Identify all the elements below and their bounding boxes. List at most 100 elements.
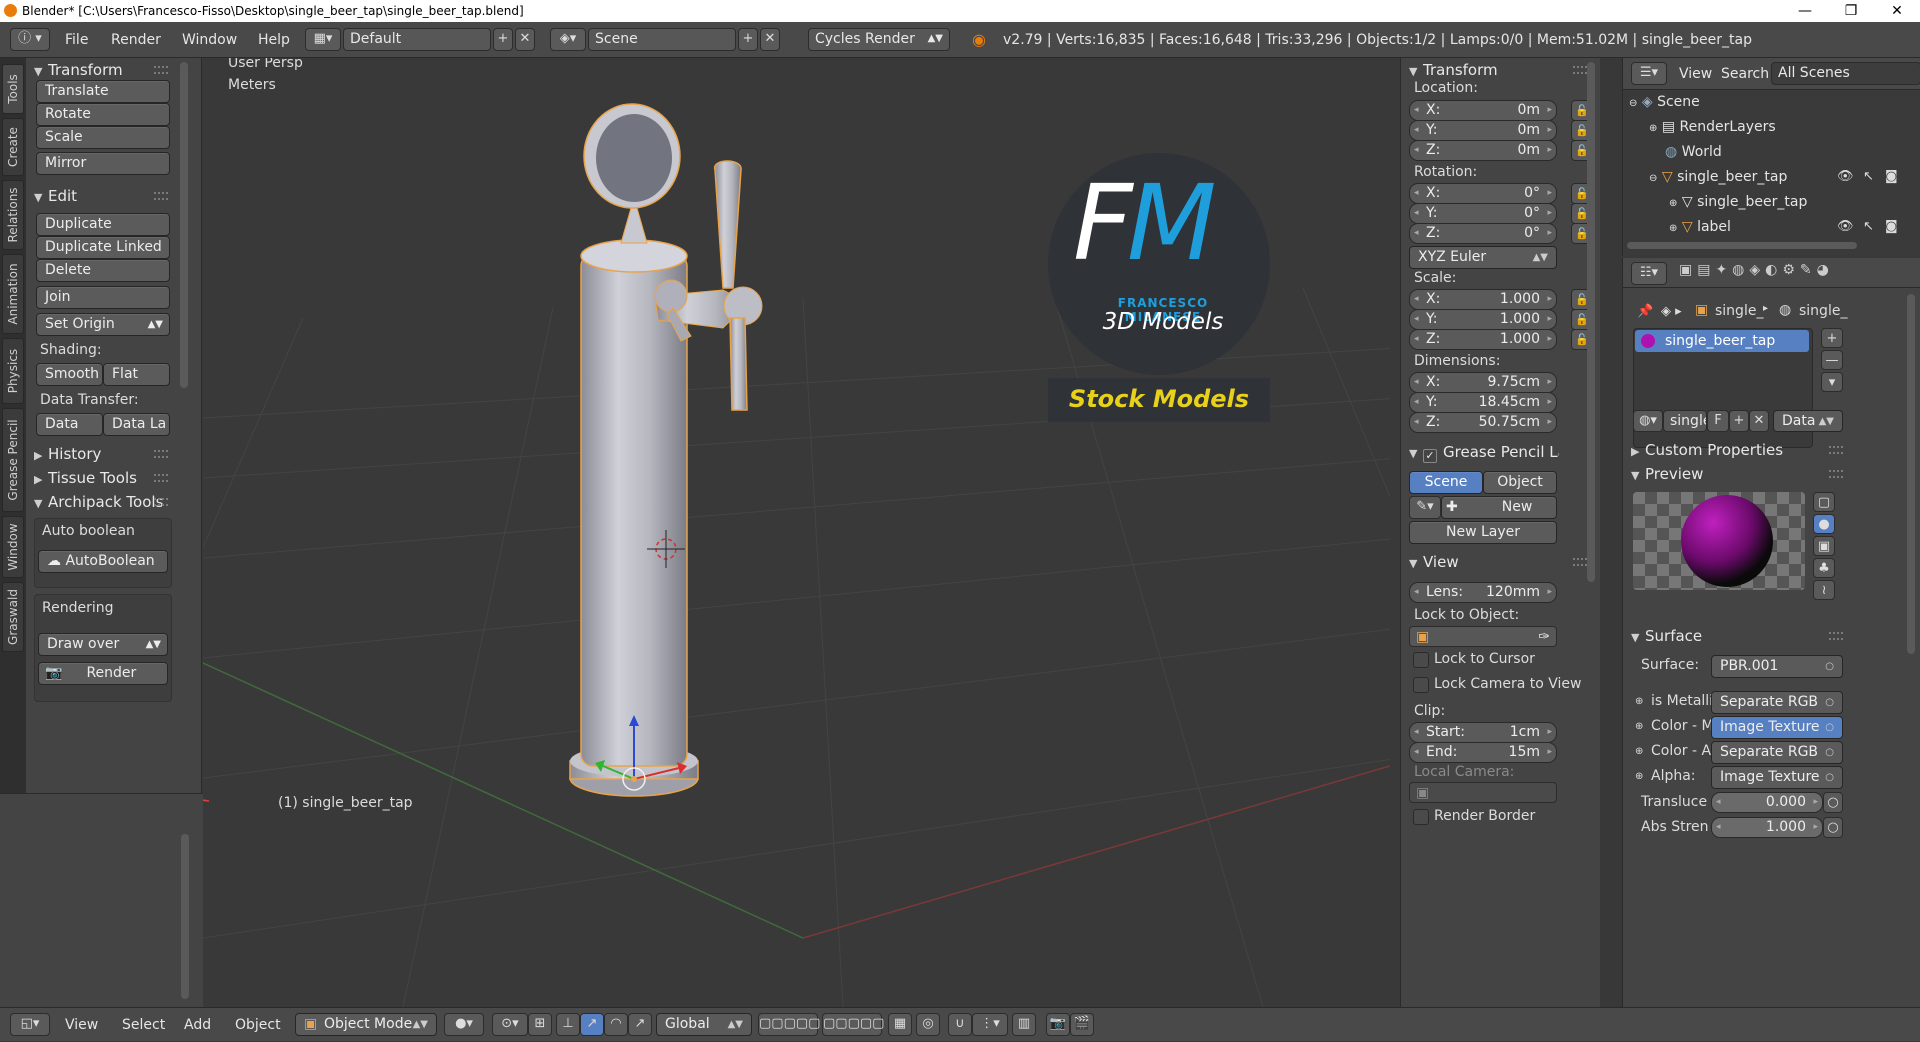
input-metallic-dropdown[interactable]: Separate RGB ○ [1711,691,1843,714]
layers-grid-2[interactable]: ▢▢▢▢▢ [822,1013,884,1036]
location-y-field[interactable]: Y:0m [1409,120,1557,141]
location-x-field[interactable]: X:0m [1409,100,1557,121]
outliner-hscrollbar[interactable] [1627,242,1857,249]
smooth-button[interactable]: Smooth [36,363,103,386]
panel-grip-icon[interactable] [1829,470,1843,478]
menu-object[interactable]: Object [235,1008,281,1042]
viewport-shading-icon[interactable]: ●▾ [444,1013,484,1036]
panel-grip-icon[interactable] [1829,632,1843,640]
snap-element-icon[interactable]: ⋮▾ [972,1013,1008,1036]
translucent-field[interactable]: 0.000 [1711,792,1823,813]
grease-pencil-layers-header[interactable]: ▼✓Grease Pencil Layer [1409,440,1559,464]
rotation-y-field[interactable]: Y:0° [1409,203,1557,224]
edit-panel-header[interactable]: ▼ Edit [34,184,77,208]
editor-type-info-icon[interactable]: ⓘ ▾ [10,28,50,51]
cursor-select-icon[interactable]: ↖ [1863,219,1874,234]
proportional-edit-icon[interactable]: ◎ [916,1013,940,1036]
remove-layout-icon[interactable]: ✕ [515,28,535,51]
grease-object-tab[interactable]: Object [1483,471,1557,494]
render-border-checkbox[interactable] [1413,809,1429,825]
outliner-search-menu[interactable]: Search [1721,58,1769,90]
outliner-row-label[interactable]: ⊕ ▽ label [1669,215,1731,239]
fake-user-toggle[interactable]: F [1707,410,1729,432]
properties-scrollbar[interactable] [1907,294,1915,654]
n-view-header[interactable]: ▼ View [1409,550,1459,574]
new-material-icon[interactable]: + [1729,410,1749,432]
remove-scene-icon[interactable]: ✕ [760,28,780,51]
editor-type-3d-icon[interactable]: ◱▾ [10,1013,50,1036]
rotate-button[interactable]: Rotate [36,103,170,126]
custom-properties-header[interactable]: ▶ Custom Properties [1631,438,1783,462]
surface-shader-dropdown[interactable]: PBR.001 ○ [1711,655,1843,678]
preview-sphere-icon[interactable]: ● [1813,514,1835,534]
cursor-select-icon[interactable]: ↖ [1863,169,1874,184]
scale-manipulator-icon[interactable]: ◠ [604,1013,628,1036]
abs-strength-field[interactable]: 1.000 [1711,817,1823,838]
grease-pencil-checkbox[interactable]: ✓ [1423,449,1437,463]
outliner-filter-dropdown[interactable]: All Scenes [1771,62,1920,85]
tab-tools[interactable]: Tools [2,64,24,114]
data-layers-button[interactable]: Data La [103,413,170,436]
panel-grip-icon[interactable] [154,192,168,200]
socket-icon[interactable]: ○ [1823,817,1843,838]
expand-input-icon[interactable]: ⊕ [1635,746,1643,757]
panel-grip-icon[interactable] [154,498,168,506]
outliner-row-object[interactable]: ⊖ ▽ single_beer_tap [1649,165,1787,189]
scale-button[interactable]: Scale [36,126,170,149]
lens-field[interactable]: Lens:120mm [1409,582,1557,603]
auto-boolean-button[interactable]: ☁ AutoBoolean [38,550,168,573]
panel-grip-icon[interactable] [1573,66,1587,74]
menu-view[interactable]: View [65,1008,98,1042]
properties-editor-icon[interactable]: ☷▾ [1631,262,1667,285]
translate-button[interactable]: Translate [36,80,170,103]
eye-icon[interactable]: 👁 [1837,169,1854,184]
menu-select[interactable]: Select [122,1008,165,1042]
new-grease-pencil-button[interactable]: ✚ New [1441,496,1557,519]
scene-field[interactable]: Scene [588,28,736,51]
draw-over-dropdown[interactable]: Draw over ▲▼ [38,633,168,656]
n-panel-scrollbar[interactable] [1587,62,1595,582]
input-alpha-dropdown[interactable]: Image Texture ○ [1711,766,1843,789]
preview-monkey-icon[interactable]: ♣ [1813,558,1835,578]
manipulator-toggle-icon[interactable]: ⊞ [528,1013,552,1036]
material-slot-item[interactable]: single_beer_tap [1635,330,1809,352]
panel-grip-icon[interactable] [1829,446,1843,454]
duplicate-linked-button[interactable]: Duplicate Linked [36,236,170,259]
expand-input-icon[interactable]: ⊕ [1635,771,1643,782]
preview-hair-icon[interactable]: ≀ [1813,580,1835,600]
material-link-dropdown[interactable]: Data ▲▼ [1773,410,1843,432]
render-camera-icon[interactable]: ◙ [1885,219,1898,234]
menu-add[interactable]: Add [184,1008,211,1042]
panel-grip-icon[interactable] [154,450,168,458]
preview-plane-icon[interactable]: ▢ [1813,492,1835,512]
outliner-row-world[interactable]: ◍ World [1665,140,1722,164]
data-transfer-button[interactable]: Data [36,413,103,436]
lock-camera-checkbox[interactable] [1413,677,1429,693]
rotation-x-field[interactable]: X:0° [1409,183,1557,204]
add-slot-icon[interactable]: + [1821,328,1843,348]
transform-space-icon[interactable]: ↗ [628,1013,652,1036]
panel-grip-icon[interactable] [154,66,168,74]
layers-grid-1[interactable]: ▢▢▢▢▢ [758,1013,820,1036]
expand-input-icon[interactable]: ⊕ [1635,696,1643,707]
tab-create[interactable]: Create [2,118,24,176]
minimize-button[interactable]: — [1782,0,1828,22]
pivot-point-icon[interactable]: ⊙▾ [492,1013,528,1036]
render-image-icon[interactable]: 📷 [1046,1013,1070,1036]
transform-panel-header[interactable]: ▼ Transform [34,58,123,82]
lock-to-cursor-checkbox[interactable] [1413,652,1429,668]
location-z-field[interactable]: Z:0m [1409,140,1557,161]
lock-layers-icon[interactable]: ▦ [888,1013,912,1036]
operator-scrollbar[interactable] [181,834,189,999]
orientation-dropdown[interactable]: Global ▲▼ [656,1013,752,1036]
mode-dropdown[interactable]: ▣ Object Mode ▲▼ [295,1013,437,1036]
menu-render[interactable]: Render [111,22,161,58]
3d-viewport[interactable]: User Persp Meters (1) single_beer_tap FM… [203,58,1400,1007]
dimension-z-field[interactable]: Z:50.75cm [1409,412,1557,433]
clip-start-field[interactable]: Start:1cm [1409,722,1557,743]
input-color-ab-dropdown[interactable]: Separate RGB ○ [1711,741,1843,764]
tool-shelf-scrollbar[interactable] [180,62,188,388]
scale-z-field[interactable]: Z:1.000 [1409,329,1557,350]
render-camera-icon[interactable]: ◙ [1885,169,1898,184]
tab-physics[interactable]: Physics [2,338,24,404]
